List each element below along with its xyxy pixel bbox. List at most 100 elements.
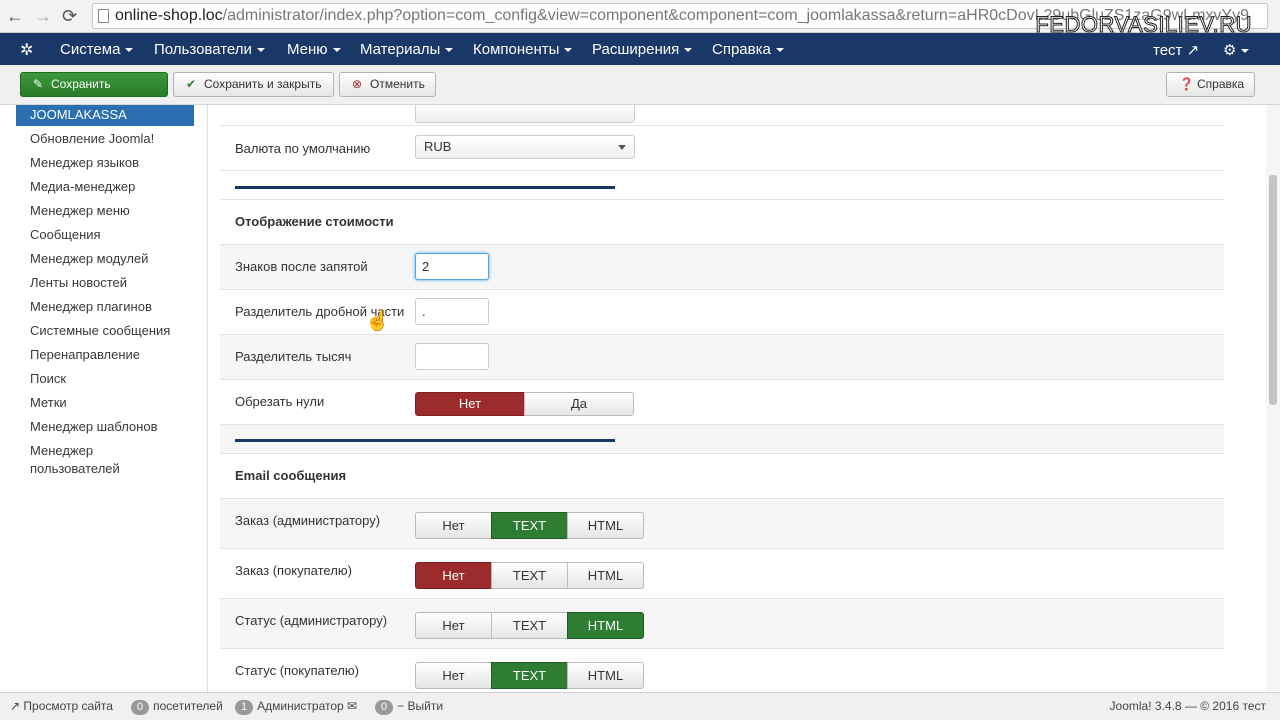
forward-arrow-icon[interactable]: → bbox=[34, 5, 52, 27]
currency-select[interactable]: RUB bbox=[415, 135, 635, 159]
back-arrow-icon[interactable]: ← bbox=[6, 5, 24, 27]
sidebar-item-users[interactable]: Менеджер пользователей bbox=[30, 442, 150, 478]
menu-users[interactable]: Пользователи bbox=[154, 41, 265, 58]
thousand-sep-label: Разделитель тысяч bbox=[235, 349, 352, 364]
gear-icon: ⚙ bbox=[1223, 42, 1237, 59]
question-icon: ❓ bbox=[1179, 77, 1194, 91]
currency-value: RUB bbox=[424, 139, 452, 154]
hand-cursor-icon: ☝ bbox=[365, 310, 390, 332]
scrollbar-thumb[interactable] bbox=[1269, 175, 1277, 405]
form-row-currency: Валюта по умолчанию RUB bbox=[220, 125, 1224, 170]
currency-label: Валюта по умолчанию bbox=[235, 141, 371, 156]
caret-down-icon bbox=[1241, 49, 1250, 54]
section-divider bbox=[235, 439, 615, 442]
admins-label: Администратор bbox=[257, 699, 344, 713]
menu-help[interactable]: Справка bbox=[712, 41, 784, 58]
decimal-sep-input[interactable]: . bbox=[415, 298, 489, 325]
menu-content-label: Материалы bbox=[360, 41, 441, 58]
edit-icon: ✎ bbox=[33, 77, 44, 91]
email-section-row: Email сообщения bbox=[220, 453, 1224, 498]
help-button[interactable]: ❓ Справка bbox=[1166, 72, 1255, 97]
logout-label: Выйти bbox=[407, 699, 444, 713]
status-admin-text[interactable]: TEXT bbox=[491, 612, 568, 639]
check-icon: ✔ bbox=[186, 77, 197, 91]
menu-content[interactable]: Материалы bbox=[360, 41, 454, 58]
form-row-thousand-sep: Разделитель тысяч bbox=[220, 334, 1224, 379]
form-row-status-admin: Статус (администратору) Нет TEXT HTML bbox=[220, 598, 1224, 648]
external-link-icon: ↗ bbox=[1186, 42, 1200, 59]
status-admin-no[interactable]: Нет bbox=[415, 612, 492, 639]
joomla-logo-icon[interactable]: ✲ bbox=[20, 40, 33, 60]
page-icon bbox=[98, 9, 109, 23]
admins-badge: 1 bbox=[235, 700, 254, 715]
save-close-label: Сохранить и закрыть bbox=[204, 77, 322, 91]
menu-components[interactable]: Компоненты bbox=[473, 41, 573, 58]
menu-extensions[interactable]: Расширения bbox=[592, 41, 693, 58]
order-buyer-text[interactable]: TEXT bbox=[491, 562, 568, 589]
hidden-select[interactable] bbox=[415, 105, 635, 123]
save-close-button[interactable]: ✔ Сохранить и закрыть bbox=[173, 72, 334, 97]
sidebar-item-templates[interactable]: Менеджер шаблонов bbox=[30, 418, 200, 436]
menu-extensions-label: Расширения bbox=[592, 41, 680, 58]
sidebar-item-plugins[interactable]: Менеджер плагинов bbox=[30, 298, 200, 316]
status-buyer-text[interactable]: TEXT bbox=[491, 662, 568, 689]
user-link[interactable]: тест ↗ bbox=[1153, 41, 1199, 59]
separator-row bbox=[220, 424, 1224, 453]
menu-system[interactable]: Система bbox=[60, 41, 134, 58]
caret-down-icon bbox=[684, 48, 693, 53]
menu-users-label: Пользователи bbox=[154, 41, 252, 58]
settings-menu[interactable]: ⚙ bbox=[1223, 41, 1250, 59]
sidebar-item-messages[interactable]: Сообщения bbox=[30, 226, 200, 244]
sidebar-item-search[interactable]: Поиск bbox=[30, 370, 200, 388]
chevron-down-icon bbox=[618, 145, 626, 150]
form-row-status-buyer: Статус (покупателю) Нет TEXT HTML bbox=[220, 648, 1224, 692]
sidebar-item-joomlakassa[interactable]: JOOMLAKASSA bbox=[16, 105, 194, 126]
form-row-cut bbox=[220, 105, 1224, 125]
sidebar-item-tags[interactable]: Метки bbox=[30, 394, 200, 412]
sidebar-item-media[interactable]: Медиа-менеджер bbox=[30, 178, 200, 196]
view-site-label: Просмотр сайта bbox=[23, 699, 113, 713]
sidebar-item-languages[interactable]: Менеджер языков bbox=[30, 154, 200, 172]
order-buyer-html[interactable]: HTML bbox=[567, 562, 644, 589]
page-scrollbar[interactable] bbox=[1266, 105, 1280, 692]
sidebar-item-menus[interactable]: Менеджер меню bbox=[30, 202, 200, 220]
order-buyer-label: Заказ (покупателю) bbox=[235, 563, 352, 578]
view-site-link[interactable]: ↗ Просмотр сайта bbox=[10, 699, 113, 713]
order-admin-no[interactable]: Нет bbox=[415, 512, 492, 539]
thousand-sep-input[interactable] bbox=[415, 343, 489, 370]
status-admin-html[interactable]: HTML bbox=[567, 612, 644, 639]
sidebar-item-postinstall[interactable]: Системные сообщения bbox=[30, 322, 200, 340]
trim-zeros-toggle: Нет Да bbox=[415, 392, 634, 416]
section-divider bbox=[235, 186, 615, 189]
order-admin-html[interactable]: HTML bbox=[567, 512, 644, 539]
caret-down-icon bbox=[125, 48, 134, 53]
sidebar: JOOMLAKASSA Обновление Joomla! Менеджер … bbox=[0, 105, 208, 692]
order-admin-text[interactable]: TEXT bbox=[491, 512, 568, 539]
admin-navbar: ✲ Система Пользователи Меню Материалы Ко… bbox=[0, 33, 1280, 65]
order-buyer-toggle: Нет TEXT HTML bbox=[415, 562, 644, 589]
logout-link[interactable]: 0− Выйти bbox=[375, 699, 443, 715]
config-form: Валюта по умолчанию RUB Отображение стои… bbox=[208, 105, 1236, 692]
save-button[interactable]: ✎ Сохранить bbox=[20, 72, 168, 97]
footer-copyright: Joomla! 3.4.8 — © 2016 тест bbox=[1109, 699, 1266, 713]
menu-components-label: Компоненты bbox=[473, 41, 560, 58]
status-buyer-no[interactable]: Нет bbox=[415, 662, 492, 689]
cancel-icon: ⊗ bbox=[352, 77, 363, 91]
menu-help-label: Справка bbox=[712, 41, 771, 58]
url-host: online-shop.loc bbox=[115, 7, 223, 24]
sidebar-item-modules[interactable]: Менеджер модулей bbox=[30, 250, 200, 268]
reload-icon[interactable]: ⟳ bbox=[62, 5, 77, 27]
cancel-button[interactable]: ⊗ Отменить bbox=[339, 72, 436, 97]
status-buyer-html[interactable]: HTML bbox=[567, 662, 644, 689]
decimals-input[interactable]: 2 bbox=[415, 253, 489, 280]
admins-info: 1 Администратор ✉ bbox=[235, 699, 357, 715]
order-buyer-no[interactable]: Нет bbox=[415, 562, 492, 589]
sidebar-item-redirect[interactable]: Перенаправление bbox=[30, 346, 200, 364]
trim-zeros-yes[interactable]: Да bbox=[524, 392, 634, 416]
caret-down-icon bbox=[775, 48, 784, 53]
trim-zeros-no[interactable]: Нет bbox=[415, 392, 525, 416]
sidebar-item-newsfeeds[interactable]: Ленты новостей bbox=[30, 274, 200, 292]
sidebar-item-update[interactable]: Обновление Joomla! bbox=[30, 130, 200, 148]
decimals-label: Знаков после запятой bbox=[235, 259, 368, 274]
menu-menus[interactable]: Меню bbox=[287, 41, 341, 58]
